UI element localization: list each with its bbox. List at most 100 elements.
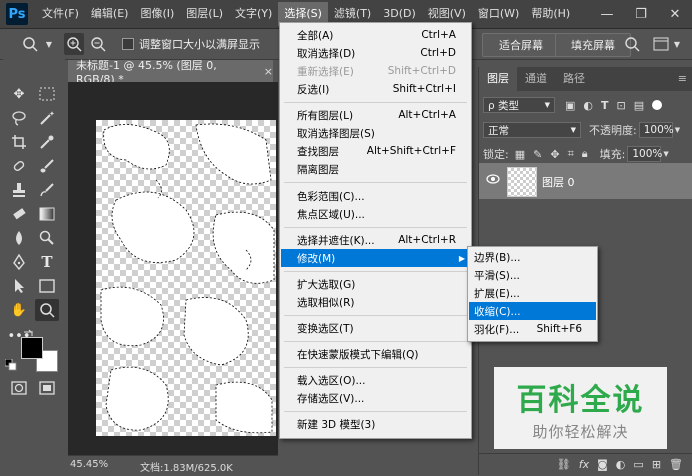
magic-wand-tool-icon[interactable]: ✦ — [35, 107, 59, 129]
menu-item-grow[interactable]: 扩大选取(G) — [281, 275, 470, 293]
tab-paths[interactable]: 路径 — [555, 67, 593, 91]
new-layer-icon[interactable]: ⊞ — [652, 458, 661, 471]
eyedropper-tool-icon[interactable] — [35, 131, 59, 153]
submenu-item-smooth[interactable]: 平滑(S)... — [469, 266, 596, 284]
document-canvas[interactable] — [96, 120, 276, 436]
delete-layer-icon[interactable]: 🗑︎ — [669, 458, 683, 471]
zoom-tool-preset-icon[interactable] — [18, 33, 44, 55]
submenu-item-border[interactable]: 边界(B)... — [469, 248, 596, 266]
layer-row[interactable]: 图层 0 — [479, 163, 692, 199]
menu-item-inverse[interactable]: 反选(I) Shift+Ctrl+I — [281, 80, 470, 98]
lock-transparent-icon[interactable]: ▦ — [515, 148, 525, 161]
menu-item-select-and-mask[interactable]: 选择并遮住(K)... Alt+Ctrl+R — [281, 231, 470, 249]
screen-mode-icon[interactable] — [35, 377, 59, 399]
opacity-input[interactable]: 100% — [638, 122, 674, 138]
menu-item-save-selection[interactable]: 存储选区(V)... — [281, 389, 470, 407]
menu-layer[interactable]: 图层(L) — [180, 2, 229, 26]
resize-windows-checkbox-box[interactable] — [122, 38, 134, 50]
menu-item-isolate-layers[interactable]: 隔离图层 — [281, 160, 470, 178]
menu-help[interactable]: 帮助(H) — [525, 2, 576, 26]
menu-item-deselect-layers[interactable]: 取消选择图层(S) — [281, 124, 470, 142]
brush-tool-icon[interactable] — [35, 155, 59, 177]
new-group-icon[interactable]: ▭ — [633, 458, 643, 471]
crop-tool-icon[interactable] — [7, 131, 31, 153]
healing-brush-tool-icon[interactable] — [7, 155, 31, 177]
menu-item-color-range[interactable]: 色彩范围(C)... — [281, 187, 470, 205]
opacity-chevron-down-icon[interactable]: ▼ — [675, 126, 680, 134]
zoom-level[interactable]: 45.45% — [70, 459, 108, 470]
resize-windows-checkbox[interactable]: 调整窗口大小以满屏显示 — [122, 33, 260, 55]
history-brush-tool-icon[interactable] — [35, 179, 59, 201]
filter-adjustment-icon[interactable]: ◐ — [583, 99, 593, 112]
hand-tool-icon[interactable]: ✋ — [7, 299, 31, 321]
fx-icon[interactable]: fx — [579, 458, 589, 471]
restore-button[interactable]: ❐ — [624, 2, 658, 26]
menu-file[interactable]: 文件(F) — [36, 2, 85, 26]
dodge-tool-icon[interactable] — [35, 227, 59, 249]
clone-stamp-tool-icon[interactable] — [7, 179, 31, 201]
fill-input[interactable]: 100% — [627, 146, 662, 162]
menu-item-quick-mask[interactable]: 在快速蒙版模式下编辑(Q) — [281, 345, 470, 363]
zoom-out-icon[interactable] — [88, 33, 108, 55]
preset-chevron-down-icon[interactable]: ▼ — [44, 33, 54, 55]
layer-thumbnail[interactable] — [507, 167, 537, 197]
menu-item-load-selection[interactable]: 载入选区(O)... — [281, 371, 470, 389]
menu-item-new-3d-model[interactable]: 新建 3D 模型(3) — [281, 415, 470, 433]
menu-item-similar[interactable]: 选取相似(R) — [281, 293, 470, 311]
submenu-item-contract[interactable]: 收缩(C)... — [469, 302, 596, 320]
workspace-chevron-down-icon[interactable]: ▼ — [672, 33, 682, 55]
blend-mode-select[interactable]: 正常 ▼ — [483, 122, 581, 138]
marquee-tool-icon[interactable] — [35, 83, 59, 105]
menu-type[interactable]: 文字(Y) — [229, 2, 278, 26]
visibility-eye-icon[interactable] — [486, 174, 500, 187]
menu-item-transform-selection[interactable]: 变换选区(T) — [281, 319, 470, 337]
gradient-tool-icon[interactable] — [35, 203, 59, 225]
fill-screen-button[interactable]: 填充屏幕 — [555, 33, 631, 57]
rectangle-tool-icon[interactable] — [35, 275, 59, 297]
canvas-area[interactable] — [68, 82, 278, 455]
tab-channels[interactable]: 通道 — [517, 67, 555, 91]
workspace-icon[interactable] — [650, 33, 672, 55]
menu-item-deselect[interactable]: 取消选择(D) Ctrl+D — [281, 44, 470, 62]
lock-all-icon[interactable]: 🔒︎ — [582, 147, 588, 161]
close-document-icon[interactable]: × — [264, 65, 273, 78]
adjustment-layer-icon[interactable]: ◐ — [616, 458, 626, 471]
filter-pixel-icon[interactable]: ▣ — [565, 99, 575, 112]
move-tool-icon[interactable]: ✥ — [7, 83, 31, 105]
filter-smart-object-icon[interactable]: ▤ — [634, 99, 644, 112]
menu-item-focus-area[interactable]: 焦点区域(U)... — [281, 205, 470, 223]
zoom-tool-icon[interactable] — [35, 299, 59, 321]
menu-edit[interactable]: 编辑(E) — [85, 2, 135, 26]
close-window-button[interactable]: ✕ — [658, 2, 692, 26]
zoom-in-icon[interactable] — [64, 33, 84, 55]
menu-item-modify[interactable]: 修改(M) ▶ — [281, 249, 470, 267]
layer-mask-icon[interactable]: ◙ — [597, 458, 608, 471]
type-tool-icon[interactable]: T — [35, 251, 59, 273]
path-selection-tool-icon[interactable] — [7, 275, 31, 297]
pen-tool-icon[interactable] — [7, 251, 31, 273]
fit-screen-button[interactable]: 适合屏幕 — [482, 33, 560, 57]
filter-toggle-icon[interactable] — [652, 100, 663, 110]
menu-item-find-layers[interactable]: 查找图层 Alt+Shift+Ctrl+F — [281, 142, 470, 160]
menu-image[interactable]: 图像(I) — [134, 2, 180, 26]
menu-item-select-all[interactable]: 全部(A) Ctrl+A — [281, 26, 470, 44]
layer-filter-select[interactable]: ρ 类型 ▼ — [483, 97, 555, 113]
menu-item-all-layers[interactable]: 所有图层(L) Alt+Ctrl+A — [281, 106, 470, 124]
filter-type-icon[interactable]: T — [601, 99, 609, 112]
blur-tool-icon[interactable] — [7, 227, 31, 249]
foreground-color-swatch[interactable] — [21, 337, 43, 359]
tab-layers[interactable]: 图层 — [479, 67, 517, 91]
layer-name[interactable]: 图层 0 — [542, 174, 575, 190]
submenu-item-expand[interactable]: 扩展(E)... — [469, 284, 596, 302]
search-icon[interactable] — [622, 33, 642, 55]
lasso-tool-icon[interactable] — [7, 107, 31, 129]
lock-artboard-icon[interactable]: ⌗ — [568, 147, 574, 161]
lock-position-icon[interactable]: ✥ — [550, 148, 559, 161]
filter-shape-icon[interactable]: ⊡ — [617, 99, 626, 112]
document-tab[interactable]: 未标题-1 @ 45.5% (图层 0, RGB/8) * × — [68, 59, 273, 86]
quick-mask-icon[interactable] — [7, 377, 31, 399]
submenu-item-feather[interactable]: 羽化(F)... Shift+F6 — [469, 320, 596, 338]
default-colors-icon[interactable] — [4, 358, 17, 371]
eraser-tool-icon[interactable] — [7, 203, 31, 225]
panel-menu-icon[interactable]: ≡ — [678, 67, 692, 91]
